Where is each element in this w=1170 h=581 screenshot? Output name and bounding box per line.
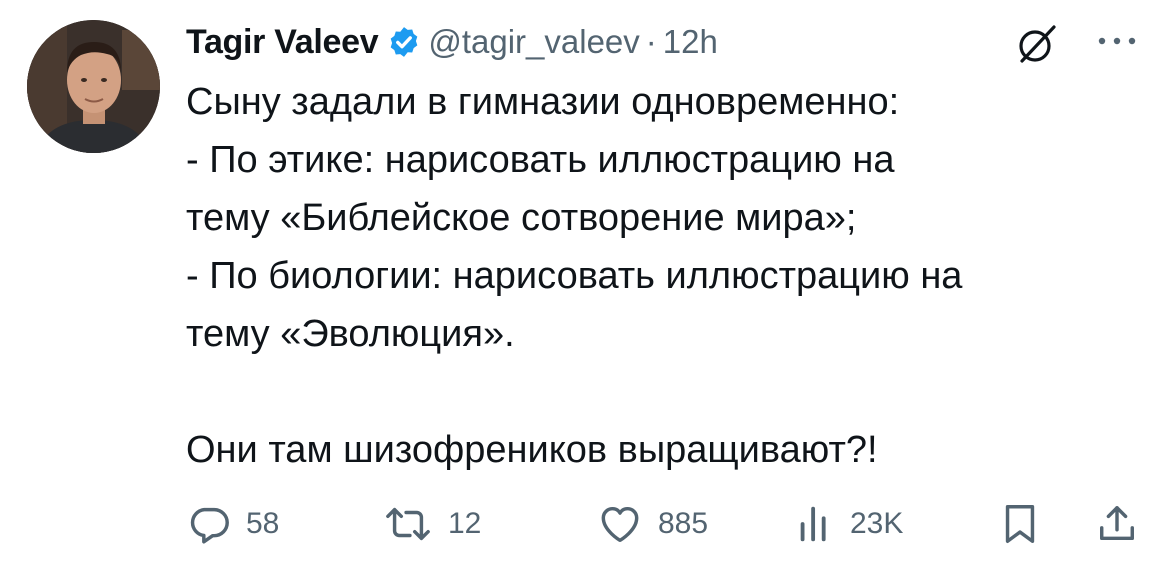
tweet-text-line: - По биологии: нарисовать иллюстрацию на — [186, 255, 963, 297]
tweet: Tagir Valeev @tagir_valeev · 12h Сыну за… — [0, 0, 1170, 581]
tweet-timestamp[interactable]: 12h — [663, 23, 718, 61]
more-icon[interactable] — [1096, 34, 1138, 48]
like-count: 885 — [658, 507, 709, 540]
share-button[interactable] — [1096, 498, 1138, 550]
bookmark-icon — [1005, 505, 1035, 543]
avatar-image — [27, 20, 160, 153]
tweet-text-line: Они там шизофреников выращивают?! — [186, 429, 878, 471]
tweet-actions: 58 12 885 23K — [186, 498, 1146, 550]
retweet-icon — [386, 507, 430, 541]
tweet-text-line: тему «Библейское сотворение мира»; — [186, 197, 857, 239]
reply-button[interactable]: 58 — [186, 498, 279, 550]
reply-count: 58 — [246, 507, 280, 540]
separator-dot: · — [645, 23, 657, 60]
bookmark-button[interactable] — [1000, 498, 1040, 550]
retweet-button[interactable]: 12 — [382, 498, 481, 550]
tweet-text-line: Сыну задали в гимназии одновременно: — [186, 81, 900, 123]
views-button[interactable]: 23K — [796, 498, 903, 550]
views-icon — [800, 506, 826, 542]
retweet-count: 12 — [448, 507, 482, 540]
tweet-text-line: - По этике: нарисовать иллюстрацию на — [186, 139, 895, 181]
grok-icon[interactable] — [1014, 21, 1060, 67]
reply-icon — [190, 507, 229, 544]
tweet-text-line: тему «Эволюция». — [186, 313, 515, 355]
tweet-text: Сыну задали в гимназии одновременно: - П… — [186, 73, 1146, 479]
views-count: 23K — [850, 507, 904, 540]
heart-icon — [601, 506, 639, 543]
author-display-name[interactable]: Tagir Valeev — [186, 23, 379, 62]
share-icon — [1100, 506, 1134, 541]
avatar[interactable] — [27, 20, 160, 153]
like-button[interactable]: 885 — [596, 498, 708, 550]
tweet-header: Tagir Valeev @tagir_valeev · 12h — [186, 14, 718, 70]
verified-badge-icon — [391, 27, 418, 57]
author-handle[interactable]: @tagir_valeev — [428, 23, 639, 61]
